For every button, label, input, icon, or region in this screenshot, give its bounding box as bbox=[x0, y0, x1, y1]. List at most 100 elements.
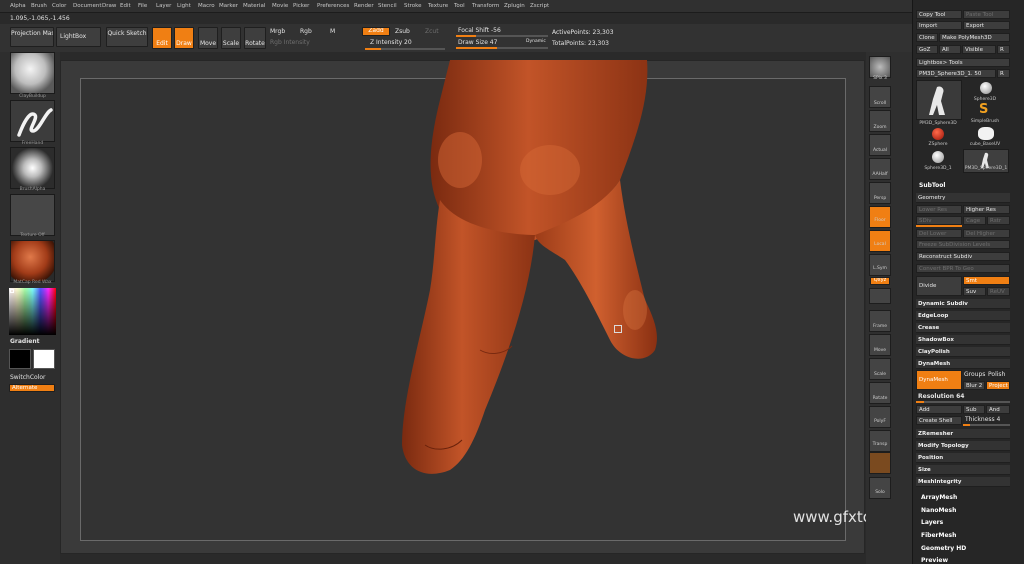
menu-item-document[interactable]: Document bbox=[73, 3, 102, 9]
rgb-intensity-slider[interactable]: Rgb Intensity bbox=[270, 39, 310, 46]
higher-res-button[interactable]: Higher Res bbox=[963, 205, 1010, 214]
goz-all-button[interactable]: All bbox=[939, 45, 961, 54]
size-section[interactable]: Size bbox=[916, 465, 1010, 475]
menu-item-color[interactable]: Color bbox=[52, 3, 66, 9]
shadowbox-section[interactable]: ShadowBox bbox=[916, 335, 1010, 345]
sphere3d-icon[interactable] bbox=[980, 82, 992, 94]
lightbox-tools-button[interactable]: Lightbox> Tools bbox=[916, 58, 1010, 67]
menu-item-zscript[interactable]: Zscript bbox=[530, 3, 549, 9]
resolution-track[interactable] bbox=[916, 401, 1010, 403]
focal-shift-track[interactable] bbox=[456, 35, 548, 37]
z-intensity-track[interactable] bbox=[365, 48, 445, 50]
gradient-toggle[interactable]: Gradient bbox=[10, 338, 40, 345]
focal-shift-slider[interactable]: Focal Shift -56 bbox=[458, 27, 501, 34]
menu-item-edit[interactable]: Edit bbox=[120, 3, 131, 9]
position-section[interactable]: Position bbox=[916, 453, 1010, 463]
material-thumbnail[interactable] bbox=[10, 240, 55, 282]
paste-tool-button[interactable]: Paste Tool bbox=[963, 10, 1010, 19]
thickness-slider[interactable]: Thickness 4 bbox=[965, 416, 1000, 423]
polish-toggle[interactable]: Polish bbox=[988, 371, 1005, 378]
menu-item-stroke[interactable]: Stroke bbox=[404, 3, 422, 9]
local-button[interactable] bbox=[869, 230, 891, 252]
menu-item-macro[interactable]: Macro bbox=[198, 3, 215, 9]
z-intensity-slider[interactable]: Z Intensity 20 bbox=[370, 39, 412, 46]
menu-item-picker[interactable]: Picker bbox=[293, 3, 309, 9]
clone-button[interactable]: Clone bbox=[916, 33, 938, 42]
sub-button[interactable]: Sub bbox=[963, 405, 985, 414]
groups-toggle[interactable]: Groups bbox=[964, 371, 985, 378]
secondary-color-swatch[interactable] bbox=[33, 349, 55, 369]
menu-item-texture[interactable]: Texture bbox=[428, 3, 448, 9]
crease-section[interactable]: Crease bbox=[916, 323, 1010, 333]
sdiv-slider[interactable]: SDiv bbox=[916, 216, 962, 225]
polyf-button[interactable] bbox=[869, 406, 891, 428]
switch-color-button[interactable]: SwitchColor bbox=[10, 374, 46, 381]
menu-item-transform[interactable]: Transform bbox=[472, 3, 499, 9]
draw-size-track[interactable] bbox=[456, 47, 548, 49]
solo-button[interactable] bbox=[869, 477, 891, 499]
subtool-section[interactable]: SubTool bbox=[919, 182, 945, 189]
menu-item-preferences[interactable]: Preferences bbox=[317, 3, 349, 9]
draw-size-slider[interactable]: Draw Size 47 bbox=[458, 39, 497, 46]
menu-item-light[interactable]: Light bbox=[177, 3, 191, 9]
simplebrush-icon[interactable]: S bbox=[979, 102, 988, 117]
menu-item-tool[interactable]: Tool bbox=[454, 3, 465, 9]
tool-pm3d-sphere3d[interactable] bbox=[916, 80, 962, 120]
suv-toggle[interactable]: Suv bbox=[963, 287, 986, 296]
sdiv-track[interactable] bbox=[916, 225, 962, 227]
zadd-button[interactable]: Zadd bbox=[362, 27, 390, 36]
menu-item-material[interactable]: Material bbox=[243, 3, 265, 9]
scale-button[interactable]: Scale bbox=[221, 27, 241, 49]
rotate-button[interactable]: Rotate bbox=[244, 27, 266, 49]
mrgb-button[interactable]: Mrgb bbox=[270, 28, 285, 35]
lsym-button[interactable] bbox=[869, 254, 891, 276]
layers-section[interactable]: Layers bbox=[921, 519, 943, 526]
rotation-axis-button[interactable] bbox=[869, 288, 891, 304]
make-polymesh-button[interactable]: Make PolyMesh3D bbox=[939, 33, 1010, 42]
nanomesh-section[interactable]: NanoMesh bbox=[921, 507, 956, 514]
reuv-button[interactable]: ReUV bbox=[987, 287, 1010, 296]
reconstruct-subdiv-button[interactable]: Reconstruct Subdiv bbox=[916, 252, 1010, 261]
rstr-button[interactable]: Rstr bbox=[987, 216, 1010, 225]
lower-res-button[interactable]: Lower Res bbox=[916, 205, 962, 214]
menu-item-brush[interactable]: Brush bbox=[31, 3, 47, 9]
move-button[interactable]: Move bbox=[198, 27, 218, 49]
zsphere-icon[interactable] bbox=[932, 128, 944, 140]
menu-item-zplugin[interactable]: Zplugin bbox=[504, 3, 525, 9]
preview-section[interactable]: Preview bbox=[921, 557, 948, 564]
sphere3d-1-icon[interactable] bbox=[932, 151, 944, 163]
add-button[interactable]: Add bbox=[916, 405, 962, 414]
edit-button[interactable]: Edit bbox=[152, 27, 172, 49]
blur-slider[interactable]: Blur 2 bbox=[963, 381, 985, 390]
goz-r-button[interactable]: R bbox=[997, 45, 1010, 54]
claypolish-section[interactable]: ClayPolish bbox=[916, 347, 1010, 357]
texture-thumbnail[interactable] bbox=[10, 194, 55, 236]
hand-model[interactable] bbox=[80, 60, 780, 480]
m-button[interactable]: M bbox=[330, 28, 335, 35]
qxyz-button[interactable]: Qxyz bbox=[870, 277, 890, 285]
export-button[interactable]: Export bbox=[963, 21, 1010, 30]
dynamesh-button[interactable]: DynaMesh bbox=[916, 370, 962, 390]
menu-item-render[interactable]: Render bbox=[354, 3, 374, 9]
and-button[interactable]: And bbox=[986, 405, 1010, 414]
freeze-subdiv-button[interactable]: Freeze SubDivision Levels bbox=[916, 240, 1010, 249]
menu-item-marker[interactable]: Marker bbox=[219, 3, 238, 9]
color-picker[interactable] bbox=[9, 288, 56, 335]
edgeloop-section[interactable]: EdgeLoop bbox=[916, 311, 1010, 321]
visible-button[interactable]: Visible bbox=[962, 45, 996, 54]
main-color-swatch[interactable] bbox=[9, 349, 31, 369]
ghost-button[interactable] bbox=[869, 452, 891, 474]
convert-bpr-button[interactable]: Convert BPR To Geo bbox=[916, 264, 1010, 273]
transp-button[interactable] bbox=[869, 430, 891, 452]
dynamic-toggle[interactable]: Dynamic bbox=[526, 39, 546, 44]
create-shell-button[interactable]: Create Shell bbox=[916, 416, 962, 425]
alternate-button[interactable]: Alternate bbox=[9, 384, 55, 392]
current-tool-slider[interactable]: PM3D_Sphere3D_1. 50 bbox=[916, 69, 996, 78]
import-button[interactable]: Import bbox=[916, 21, 962, 30]
smt-toggle[interactable]: Smt bbox=[963, 276, 1010, 285]
brush-thumbnail[interactable] bbox=[10, 52, 55, 94]
cage-button[interactable]: Cage bbox=[963, 216, 986, 225]
thickness-track[interactable] bbox=[963, 424, 1010, 426]
del-higher-button[interactable]: Del Higher bbox=[963, 229, 1010, 238]
lightbox-button[interactable]: LightBox bbox=[56, 27, 101, 47]
